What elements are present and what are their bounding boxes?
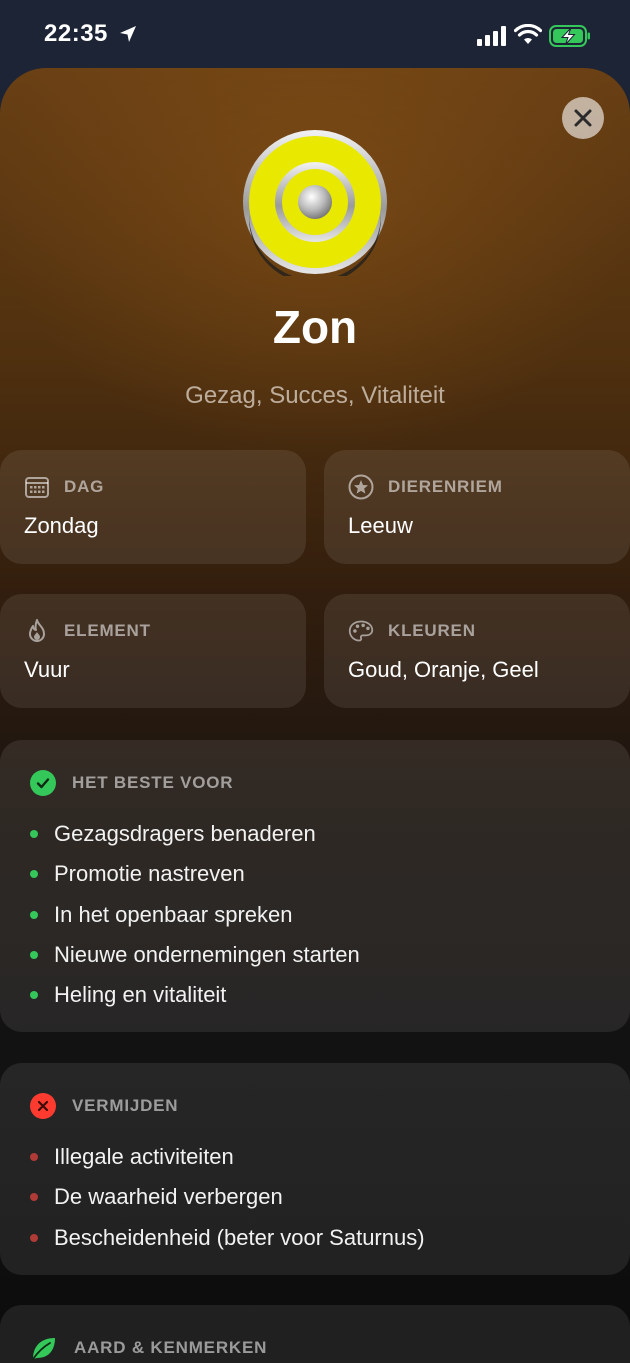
palette-icon <box>348 620 374 642</box>
zodiac-value: Leeuw <box>348 513 413 538</box>
list-item: Promotie nastreven <box>30 854 360 894</box>
close-button[interactable] <box>562 97 604 139</box>
bullet <box>30 910 38 919</box>
zodiac-label: DIERENRIEM <box>388 477 503 496</box>
colors-label: KLEUREN <box>388 621 476 640</box>
list-item: Illegale activiteiten <box>30 1137 425 1177</box>
element-label: ELEMENT <box>64 621 151 640</box>
x-circle-icon <box>30 1093 56 1119</box>
check-circle-icon <box>30 770 56 796</box>
day-value: Zondag <box>24 513 99 538</box>
calendar-icon <box>25 477 49 498</box>
best-for-list: Gezagsdragers benaderen Promotie nastrev… <box>30 814 360 1015</box>
bullet <box>30 951 38 960</box>
planet-subtitle: Gezag, Succes, Vitaliteit <box>185 382 445 409</box>
nature-label: AARD & KENMERKEN <box>74 1338 268 1357</box>
leaf-icon <box>32 1338 55 1360</box>
status-bar: 22:35 <box>0 0 630 70</box>
avoid-list: Illegale activiteiten De waarheid verber… <box>30 1137 425 1258</box>
best-for-label: HET BESTE VOOR <box>72 773 234 792</box>
bullet <box>30 1233 38 1242</box>
colors-value: Goud, Oranje, Geel <box>348 657 539 682</box>
colors-card: KLEUREN Goud, Oranje, Geel <box>324 594 630 708</box>
flame-icon <box>29 619 45 642</box>
list-item: In het openbaar spreken <box>30 895 360 935</box>
element-card: ELEMENT Vuur <box>0 594 306 708</box>
element-value: Vuur <box>24 657 70 682</box>
bullet <box>30 870 38 879</box>
bullet <box>30 991 38 1000</box>
bullet <box>30 1153 38 1162</box>
screen: 22:35 Zon Gezag, Succes, Vitaliteit DAG … <box>0 0 630 1363</box>
bullet <box>30 1193 38 1202</box>
best-for-card: HET BESTE VOOR Gezagsdragers benaderen P… <box>0 740 630 1032</box>
bullet <box>30 830 38 839</box>
avoid-label: VERMIJDEN <box>72 1096 179 1115</box>
list-item: De waarheid verbergen <box>30 1177 425 1217</box>
detail-sheet: Zon Gezag, Succes, Vitaliteit DAG Zondag <box>0 68 630 1363</box>
nature-card: AARD & KENMERKEN <box>0 1305 630 1363</box>
zodiac-card: DIERENRIEM Leeuw <box>324 450 630 564</box>
close-icon <box>574 109 592 127</box>
sun-icon <box>241 128 389 276</box>
list-item: Heling en vitaliteit <box>30 975 360 1015</box>
cellular-signal-icon <box>477 26 506 46</box>
day-card: DAG Zondag <box>0 450 306 564</box>
battery-charging-icon <box>549 25 590 47</box>
status-time: 22:35 <box>44 20 108 47</box>
wifi-icon <box>514 24 542 44</box>
planet-title: Zon <box>272 301 358 353</box>
star-circle-icon <box>348 474 374 500</box>
location-arrow-icon <box>120 26 136 42</box>
list-item: Nieuwe ondernemingen starten <box>30 935 360 975</box>
list-item: Bescheidenheid (beter voor Saturnus) <box>30 1218 425 1258</box>
avoid-card: VERMIJDEN Illegale activiteiten De waarh… <box>0 1063 630 1275</box>
list-item: Gezagsdragers benaderen <box>30 814 360 854</box>
day-label: DAG <box>64 477 105 496</box>
